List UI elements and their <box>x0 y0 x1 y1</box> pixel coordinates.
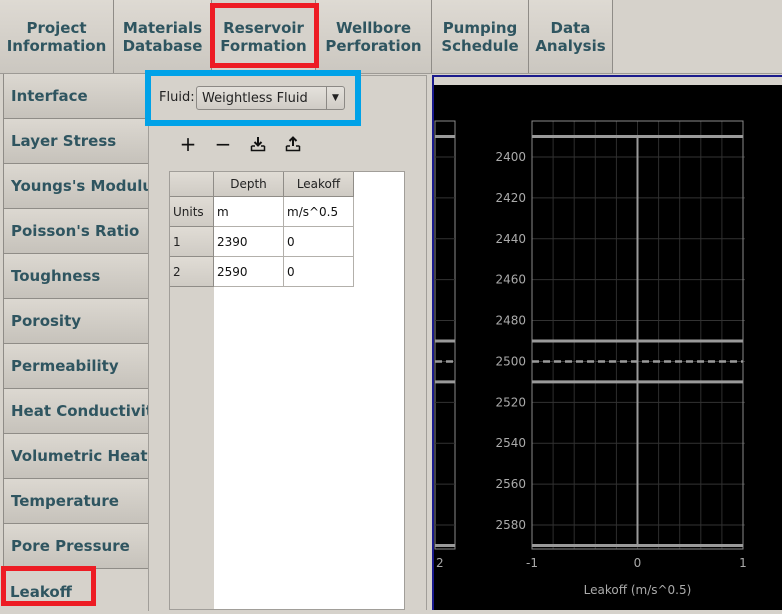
property-tab-heat-conductivity[interactable]: Heat Conductivity <box>3 389 149 434</box>
property-tab-permeability[interactable]: Permeability <box>3 344 149 389</box>
y-tick-label: 2460 <box>495 273 526 287</box>
import-button[interactable] <box>246 133 270 155</box>
column-header-depth[interactable]: Depth <box>214 172 284 197</box>
leakoff-cell[interactable]: 0 <box>284 257 354 287</box>
property-tab-leakoff[interactable]: Leakoff <box>3 569 149 614</box>
property-tab-volumetric-heat-capacity[interactable]: Volumetric Heat Capacity <box>3 434 149 479</box>
property-tab-porosity[interactable]: Porosity <box>3 299 149 344</box>
property-tab-interface[interactable]: Interface <box>3 74 149 119</box>
y-tick-label: 2480 <box>495 314 526 328</box>
y-tick-label: 2520 <box>495 395 526 409</box>
remove-row-button[interactable]: − <box>211 132 235 156</box>
import-icon <box>250 137 266 152</box>
property-tab-pore-pressure[interactable]: Pore Pressure <box>3 524 149 569</box>
tab-pumping-schedule[interactable]: Pumping Schedule <box>432 0 529 73</box>
y-tick-label: 2500 <box>495 354 526 368</box>
depth-cell[interactable]: 2590 <box>214 257 284 287</box>
x-tick-label: -1 <box>526 556 538 570</box>
depth-cell[interactable]: 2390 <box>214 227 284 257</box>
fluid-select-value: Weightless Fluid <box>202 90 308 106</box>
tab-wellbore-perforation[interactable]: Wellbore Perforation <box>316 0 432 73</box>
tab-reservoir-formation[interactable]: Reservoir Formation <box>212 0 316 73</box>
minus-icon: − <box>214 132 232 156</box>
plot-header-strip <box>434 77 782 85</box>
y-tick-label: 2420 <box>495 191 526 205</box>
export-button[interactable] <box>281 133 305 155</box>
leakoff-plot: 2400 2420 2440 2460 2480 2500 2520 2540 2560 2580… <box>432 75 782 610</box>
y-tick-label: 2560 <box>495 477 526 491</box>
leakoff-table: Depth Leakoff Units m m/s^0.5 1 2390 0 2… <box>169 171 405 610</box>
units-leakoff-cell[interactable]: m/s^0.5 <box>284 197 354 227</box>
property-tab-toughness[interactable]: Toughness <box>3 254 149 299</box>
y-tick-label: 2540 <box>495 436 526 450</box>
adjacent-x-tick-label: 2 <box>436 556 444 570</box>
property-tab-layer-stress[interactable]: Layer Stress <box>3 119 149 164</box>
fluid-label: Fluid: <box>159 90 195 105</box>
chevron-down-icon[interactable]: ▼ <box>326 87 344 109</box>
property-tab-youngs-modulus[interactable]: Youngs's Modulus <box>3 164 149 209</box>
row-header-units[interactable]: Units <box>170 197 214 227</box>
property-tab-poissons-ratio[interactable]: Poisson's Ratio <box>3 209 149 254</box>
leakoff-chart: 2400 2420 2440 2460 2480 2500 2520 2540 2560 2580… <box>434 120 747 597</box>
property-tab-temperature[interactable]: Temperature <box>3 479 149 524</box>
add-row-button[interactable]: + <box>176 132 200 156</box>
tab-data-analysis[interactable]: Data Analysis <box>529 0 613 73</box>
adjacent-plot-frame <box>434 120 456 550</box>
top-tab-bar: Project Information Materials Database R… <box>0 0 782 74</box>
column-header-leakoff[interactable]: Leakoff <box>284 172 354 197</box>
y-tick-label: 2440 <box>495 232 526 246</box>
y-tick-label: 2580 <box>495 518 526 532</box>
plus-icon: + <box>179 132 197 156</box>
fluid-select[interactable]: Weightless Fluid ▼ <box>196 86 345 110</box>
x-tick-label: 1 <box>739 556 747 570</box>
export-icon <box>285 136 301 152</box>
table-corner[interactable] <box>170 172 214 197</box>
tab-materials-database[interactable]: Materials Database <box>114 0 212 73</box>
x-tick-label: 0 <box>634 556 642 570</box>
leakoff-cell[interactable]: 0 <box>284 227 354 257</box>
y-tick-label: 2400 <box>495 150 526 164</box>
units-depth-cell[interactable]: m <box>214 197 284 227</box>
row-header-2[interactable]: 2 <box>170 257 214 287</box>
row-header-1[interactable]: 1 <box>170 227 214 257</box>
x-axis-label: Leakoff (m/s^0.5) <box>584 583 692 597</box>
tab-project-information[interactable]: Project Information <box>0 0 114 73</box>
